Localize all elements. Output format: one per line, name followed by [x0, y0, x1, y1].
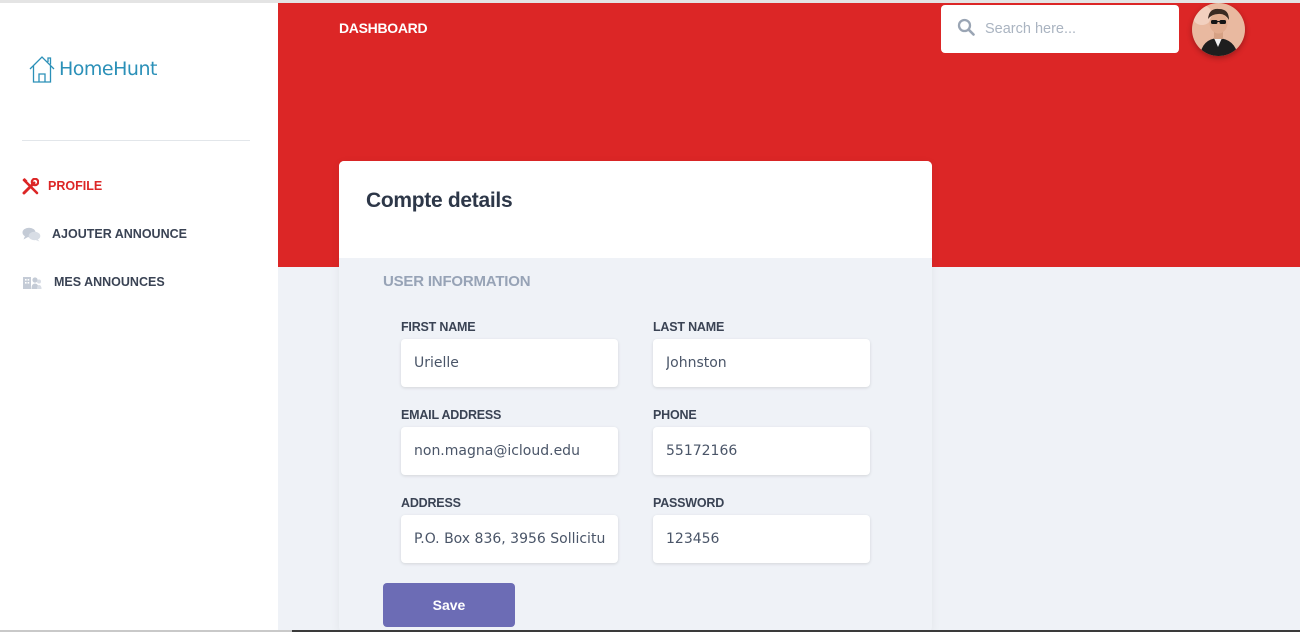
search-icon[interactable]: [957, 18, 975, 41]
sidebar-item-label: PROFILE: [48, 179, 103, 193]
email-group: EMAIL ADDRESS: [401, 408, 618, 475]
phone-label: PHONE: [653, 408, 697, 422]
search-box[interactable]: [941, 5, 1179, 53]
card-header: Compte details: [339, 161, 932, 258]
address-group: ADDRESS: [401, 496, 618, 563]
last-name-label: LAST NAME: [653, 320, 725, 334]
account-details-card: Compte details USER INFORMATION FIRST NA…: [339, 161, 932, 632]
sidebar-item-label: AJOUTER ANNOUNCE: [52, 227, 187, 241]
card-title: Compte details: [366, 189, 513, 212]
email-label: EMAIL ADDRESS: [401, 408, 502, 422]
sidebar-item-mes-announces[interactable]: MES ANNOUNCES: [22, 258, 262, 306]
first-name-field[interactable]: [401, 339, 618, 387]
sidebar-nav: PROFILE AJOUTER ANNOUNCE MES ANNOUNCES: [22, 174, 262, 306]
page-title: DASHBOARD: [339, 20, 428, 36]
window-top-border: [0, 0, 1300, 3]
phone-group: PHONE: [653, 408, 870, 475]
buildings-icon: [22, 274, 54, 290]
first-name-group: FIRST NAME: [401, 320, 618, 387]
save-button[interactable]: Save: [383, 583, 515, 627]
address-label: ADDRESS: [401, 496, 461, 510]
address-field[interactable]: [401, 515, 618, 563]
password-group: PASSWORD: [653, 496, 870, 563]
phone-field[interactable]: [653, 427, 870, 475]
sidebar: HomeHunt PROFILE AJOUTER ANNOUNCE MES AN…: [0, 3, 278, 632]
avatar[interactable]: [1192, 3, 1245, 56]
password-label: PASSWORD: [653, 496, 725, 510]
last-name-group: LAST NAME: [653, 320, 870, 387]
tools-icon: [22, 177, 48, 195]
email-field[interactable]: [401, 427, 618, 475]
search-input[interactable]: [985, 21, 1165, 37]
brand-logo[interactable]: HomeHunt: [29, 55, 157, 83]
last-name-field[interactable]: [653, 339, 870, 387]
sidebar-item-label: MES ANNOUNCES: [54, 275, 165, 289]
comments-icon: [22, 227, 52, 242]
sidebar-divider: [22, 140, 250, 141]
house-icon: [29, 56, 55, 83]
brand-name: HomeHunt: [59, 58, 157, 80]
section-title: USER INFORMATION: [383, 273, 531, 290]
password-field[interactable]: [653, 515, 870, 563]
first-name-label: FIRST NAME: [401, 320, 476, 334]
sidebar-item-ajouter-announce[interactable]: AJOUTER ANNOUNCE: [22, 210, 262, 258]
sidebar-item-profile[interactable]: PROFILE: [22, 174, 262, 198]
